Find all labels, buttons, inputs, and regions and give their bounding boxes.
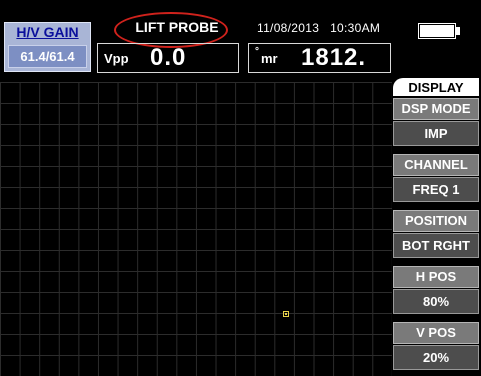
datetime: 11/08/2013 10:30AM (257, 21, 380, 35)
vpp-label: Vpp (104, 51, 129, 66)
dot-cursor-icon (283, 311, 289, 317)
menu-item-value[interactable]: 80% (393, 289, 479, 314)
battery-tip (456, 27, 460, 35)
date: 11/08/2013 (257, 21, 320, 35)
hv-gain-title: H/V GAIN (16, 24, 79, 40)
mr-value: 1812. (301, 44, 367, 71)
side-menu: DISPLAY DSP MODE IMP CHANNEL FREQ 1 POSI… (393, 78, 481, 376)
hv-gain-value: 61.4/61.4 (8, 45, 87, 68)
menu-item-label: CHANNEL (393, 154, 479, 176)
vpp-readout: Vpp 0.0 (97, 43, 239, 73)
menu-title[interactable]: DISPLAY (393, 78, 479, 96)
mr-readout: ° mr 1812. (248, 43, 391, 73)
hv-gain-box[interactable]: H/V GAIN 61.4/61.4 (4, 22, 91, 72)
menu-item-label: POSITION (393, 210, 479, 232)
menu-item-label: DSP MODE (393, 98, 479, 120)
vpp-value: 0.0 (150, 44, 187, 71)
time: 10:30AM (330, 21, 381, 35)
battery-icon (418, 23, 456, 39)
menu-item-label: V POS (393, 322, 479, 344)
menu-item-value[interactable]: 20% (393, 345, 479, 370)
menu-item-value[interactable]: FREQ 1 (393, 177, 479, 202)
menu-item-label: H POS (393, 266, 479, 288)
menu-item-value[interactable]: IMP (393, 121, 479, 146)
degree-symbol: ° (255, 46, 259, 57)
impedance-grid[interactable] (0, 82, 392, 376)
instrument-screen: H/V GAIN 61.4/61.4 LIFT PROBE 11/08/2013… (0, 0, 481, 376)
menu-item-value[interactable]: BOT RGHT (393, 233, 479, 258)
mr-label: mr (261, 51, 278, 66)
